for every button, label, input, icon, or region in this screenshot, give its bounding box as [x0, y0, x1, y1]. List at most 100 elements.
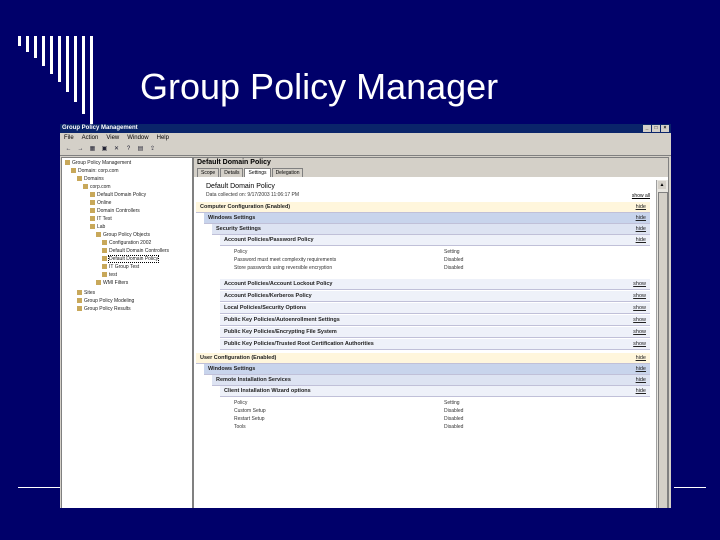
tree-node[interactable]: Online — [90, 200, 111, 207]
policy-name: Restart Setup — [234, 416, 265, 422]
hide-link[interactable]: hide — [636, 224, 646, 234]
show-tree-icon[interactable]: ▣ — [100, 145, 109, 153]
export-icon[interactable]: ⇪ — [148, 145, 157, 153]
folder-icon — [65, 160, 70, 166]
report-row: Public Key Policies/Autoenrollment Setti… — [220, 315, 650, 326]
policy-setting: Disabled — [444, 265, 464, 271]
report-row: Public Key Policies/Trusted Root Certifi… — [220, 339, 650, 350]
tree-node[interactable]: Domain: corp.com — [71, 168, 119, 175]
report-scrollbar[interactable]: ▲ — [656, 180, 668, 508]
console-tree[interactable]: Group Policy Management Domain: corp.com… — [61, 157, 193, 508]
domain-icon — [83, 184, 88, 190]
report-row: Account Policies/Account Lockout Policy s… — [220, 279, 650, 290]
tree-node[interactable]: Domain Controllers — [90, 208, 140, 215]
delete-icon[interactable]: ✕ — [112, 145, 121, 153]
tree-node[interactable]: IT Group Test — [102, 264, 139, 271]
gpo-icon — [102, 272, 107, 278]
gpo-icon — [102, 240, 107, 246]
tree-node[interactable]: test — [102, 272, 117, 279]
setting-col-header: Setting — [444, 249, 460, 255]
gpo-link-icon — [90, 192, 95, 198]
rule-right — [674, 487, 706, 488]
show-link[interactable]: show — [633, 339, 646, 349]
tree-node[interactable]: corp.com — [83, 184, 111, 191]
tree-node[interactable]: Configuration 2002 — [102, 240, 151, 247]
tab-settings[interactable]: Settings — [244, 168, 271, 177]
report-date: Data collected on: 9/17/2003 11:06:17 PM — [206, 192, 300, 198]
hide-link[interactable]: hide — [636, 386, 646, 396]
help-icon[interactable]: ? — [124, 145, 133, 153]
minimize-button[interactable]: _ — [643, 125, 651, 132]
menubar: File Action View Window Help — [60, 133, 671, 143]
tree-node[interactable]: Default Domain Policy — [90, 192, 146, 199]
settings-report: Default Domain Policy Data collected on:… — [194, 180, 656, 508]
forward-icon[interactable]: → — [76, 145, 85, 153]
gpmc-window: Group Policy Management _ □ × File Actio… — [60, 124, 671, 508]
ou-icon — [90, 216, 95, 222]
menu-view[interactable]: View — [106, 133, 119, 143]
tree-node[interactable]: Default Domain Controllers — [102, 248, 169, 255]
hide-link[interactable]: hide — [636, 202, 646, 212]
back-icon[interactable]: ← — [64, 145, 73, 153]
close-button[interactable]: × — [661, 125, 669, 132]
maximize-button[interactable]: □ — [652, 125, 660, 132]
results-icon — [77, 306, 82, 312]
menu-help[interactable]: Help — [157, 133, 169, 143]
tab-scope[interactable]: Scope — [197, 168, 220, 177]
gpo-icon — [102, 256, 107, 262]
properties-icon[interactable]: ▤ — [136, 145, 145, 153]
setting-col-header: Setting — [444, 400, 460, 406]
policy-name: Custom Setup — [234, 408, 266, 414]
toolbar: ← → ▦ ▣ ✕ ? ▤ ⇪ — [60, 143, 671, 156]
menu-window[interactable]: Window — [127, 133, 148, 143]
menu-file[interactable]: File — [64, 133, 74, 143]
hide-link[interactable]: hide — [636, 353, 646, 363]
window-title: Group Policy Management — [62, 125, 138, 131]
policy-setting: Disabled — [444, 257, 464, 263]
menu-action[interactable]: Action — [82, 133, 99, 143]
tab-delegation[interactable]: Delegation — [271, 168, 304, 177]
tree-node[interactable]: Group Policy Objects — [96, 232, 150, 239]
show-link[interactable]: show — [633, 303, 646, 313]
hide-link[interactable]: hide — [636, 364, 646, 374]
report-row: Public Key Policies/Encrypting File Syst… — [220, 327, 650, 338]
hide-link[interactable]: hide — [636, 213, 646, 223]
report-row: Account Policies/Kerberos Policy show — [220, 291, 650, 302]
tree-node[interactable]: Group Policy Modeling — [77, 298, 134, 305]
window-titlebar: Group Policy Management _ □ × — [60, 124, 671, 133]
show-link[interactable]: show — [633, 291, 646, 301]
policy-name: Password must meet complexity requiremen… — [234, 257, 337, 263]
show-all-link[interactable]: show all — [632, 193, 650, 199]
policy-setting: Disabled — [444, 416, 464, 422]
ou-icon — [90, 224, 95, 230]
tree-node[interactable]: Group Policy Management — [65, 160, 131, 167]
rule-left — [18, 487, 62, 488]
report-row: Windows Settings hide — [204, 364, 650, 375]
hide-link[interactable]: hide — [636, 375, 646, 385]
show-link[interactable]: show — [633, 315, 646, 325]
scroll-thumb[interactable] — [658, 192, 668, 508]
tree-node[interactable]: IT Test — [90, 216, 112, 223]
folder-icon — [77, 290, 82, 296]
folder-icon — [77, 176, 82, 182]
tree-node[interactable]: Domains — [77, 176, 104, 183]
tree-node[interactable]: Group Policy Results — [77, 306, 131, 313]
tree-node[interactable]: WMI Filters — [96, 280, 128, 287]
gpo-icon — [102, 264, 107, 270]
policy-name: Store passwords using reversible encrypt… — [234, 265, 333, 271]
tree-node[interactable]: Sites — [77, 290, 95, 297]
hide-link[interactable]: hide — [636, 235, 646, 245]
details-header: Default Domain Policy — [194, 158, 668, 168]
policy-name: Tools — [234, 424, 246, 430]
scroll-up-icon[interactable]: ▲ — [658, 181, 666, 189]
show-link[interactable]: show — [633, 279, 646, 289]
decorative-bars — [16, 34, 102, 134]
tree-node[interactable]: Lab — [90, 224, 105, 231]
details-pane: Default Domain Policy Scope Details Sett… — [193, 157, 669, 508]
tab-details[interactable]: Details — [220, 168, 244, 177]
report-row: Client Installation Wizard options hide — [220, 386, 650, 397]
up-icon[interactable]: ▦ — [88, 145, 97, 153]
report-row: Computer Configuration (Enabled) hide — [196, 202, 650, 213]
tree-node-selected[interactable]: Default Domain Policy — [102, 255, 160, 263]
show-link[interactable]: show — [633, 327, 646, 337]
